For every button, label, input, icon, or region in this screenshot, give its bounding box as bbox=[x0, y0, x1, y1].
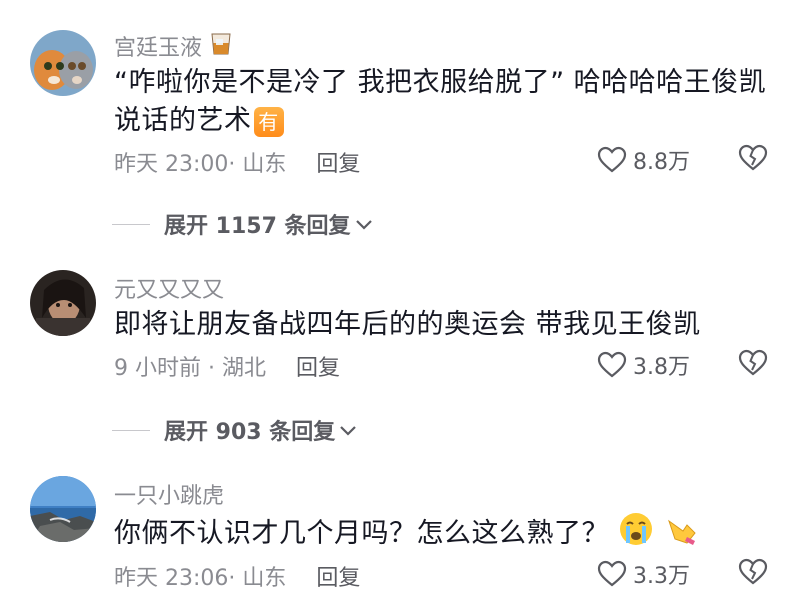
username[interactable]: 元又又又又 bbox=[114, 272, 224, 304]
timestamp-location: 9 小时前 · 湖北 bbox=[114, 356, 266, 381]
pointing-hand-icon bbox=[663, 511, 699, 558]
crying-face-icon bbox=[618, 511, 654, 558]
comment-text-body: 你俩不认识才几个月吗？怎么这么熟了？ bbox=[114, 518, 609, 549]
reply-button[interactable]: 回复 bbox=[316, 146, 360, 178]
like-button[interactable]: 3.8万 bbox=[597, 349, 690, 381]
like-count: 3.3万 bbox=[633, 564, 690, 589]
broken-heart-icon bbox=[738, 558, 768, 585]
like-button[interactable]: 8.8万 bbox=[597, 144, 690, 176]
avatar[interactable] bbox=[30, 476, 96, 542]
broken-heart-icon bbox=[738, 349, 768, 376]
heart-icon bbox=[597, 351, 627, 378]
dislike-button[interactable] bbox=[738, 349, 768, 381]
comment-meta: 9 小时前 · 湖北 回复 bbox=[114, 350, 340, 382]
comment-text-body: “咋啦你是不是冷了 我把衣服给脱了” 哈哈哈哈王俊凯说话的艺术 bbox=[114, 67, 767, 136]
you-badge: 有 bbox=[253, 106, 284, 137]
reply-button[interactable]: 回复 bbox=[316, 560, 360, 592]
comment-text: 你俩不认识才几个月吗？怎么这么熟了？ bbox=[114, 511, 774, 558]
comment-text: 即将让朋友备战四年后的的奥运会 带我见王俊凯 bbox=[114, 306, 774, 344]
whiskey-glass-icon bbox=[208, 30, 234, 62]
chevron-down-icon bbox=[355, 220, 372, 230]
comment-text: “咋啦你是不是冷了 我把衣服给脱了” 哈哈哈哈王俊凯说话的艺术有 bbox=[114, 64, 774, 140]
username-text: 一只小跳虎 bbox=[114, 484, 225, 509]
username-text: 宫廷玉液 bbox=[114, 36, 203, 61]
comment-text-body: 即将让朋友备战四年后的的奥运会 带我见王俊凯 bbox=[114, 309, 701, 340]
heart-icon bbox=[597, 146, 627, 173]
expand-replies-label: 展开 903 条回复 bbox=[164, 420, 336, 445]
avatar[interactable] bbox=[30, 270, 96, 336]
timestamp-location: 昨天 23:06· 山东 bbox=[114, 566, 287, 591]
expand-replies-label: 展开 1157 条回复 bbox=[164, 214, 351, 239]
expand-replies-button[interactable]: 展开 1157 条回复 bbox=[112, 208, 375, 240]
avatar[interactable] bbox=[30, 30, 96, 96]
heart-icon bbox=[597, 560, 627, 587]
comment-meta: 昨天 23:06· 山东 回复 bbox=[114, 560, 360, 592]
timestamp-location: 昨天 23:00· 山东 bbox=[114, 152, 287, 177]
broken-heart-icon bbox=[738, 144, 768, 171]
like-count: 8.8万 bbox=[633, 150, 690, 175]
like-count: 3.8万 bbox=[633, 355, 690, 380]
username[interactable]: 宫廷玉液 bbox=[114, 30, 234, 62]
username[interactable]: 一只小跳虎 bbox=[114, 478, 224, 510]
like-button[interactable]: 3.3万 bbox=[597, 558, 690, 590]
comment-meta: 昨天 23:00· 山东 回复 bbox=[114, 146, 360, 178]
reply-button[interactable]: 回复 bbox=[296, 350, 340, 382]
dislike-button[interactable] bbox=[738, 144, 768, 176]
chevron-down-icon bbox=[340, 426, 357, 436]
divider-line bbox=[112, 223, 150, 225]
expand-replies-button[interactable]: 展开 903 条回复 bbox=[112, 414, 359, 446]
divider-line bbox=[112, 429, 150, 431]
username-text: 元又又又又 bbox=[114, 278, 225, 303]
dislike-button[interactable] bbox=[738, 558, 768, 590]
